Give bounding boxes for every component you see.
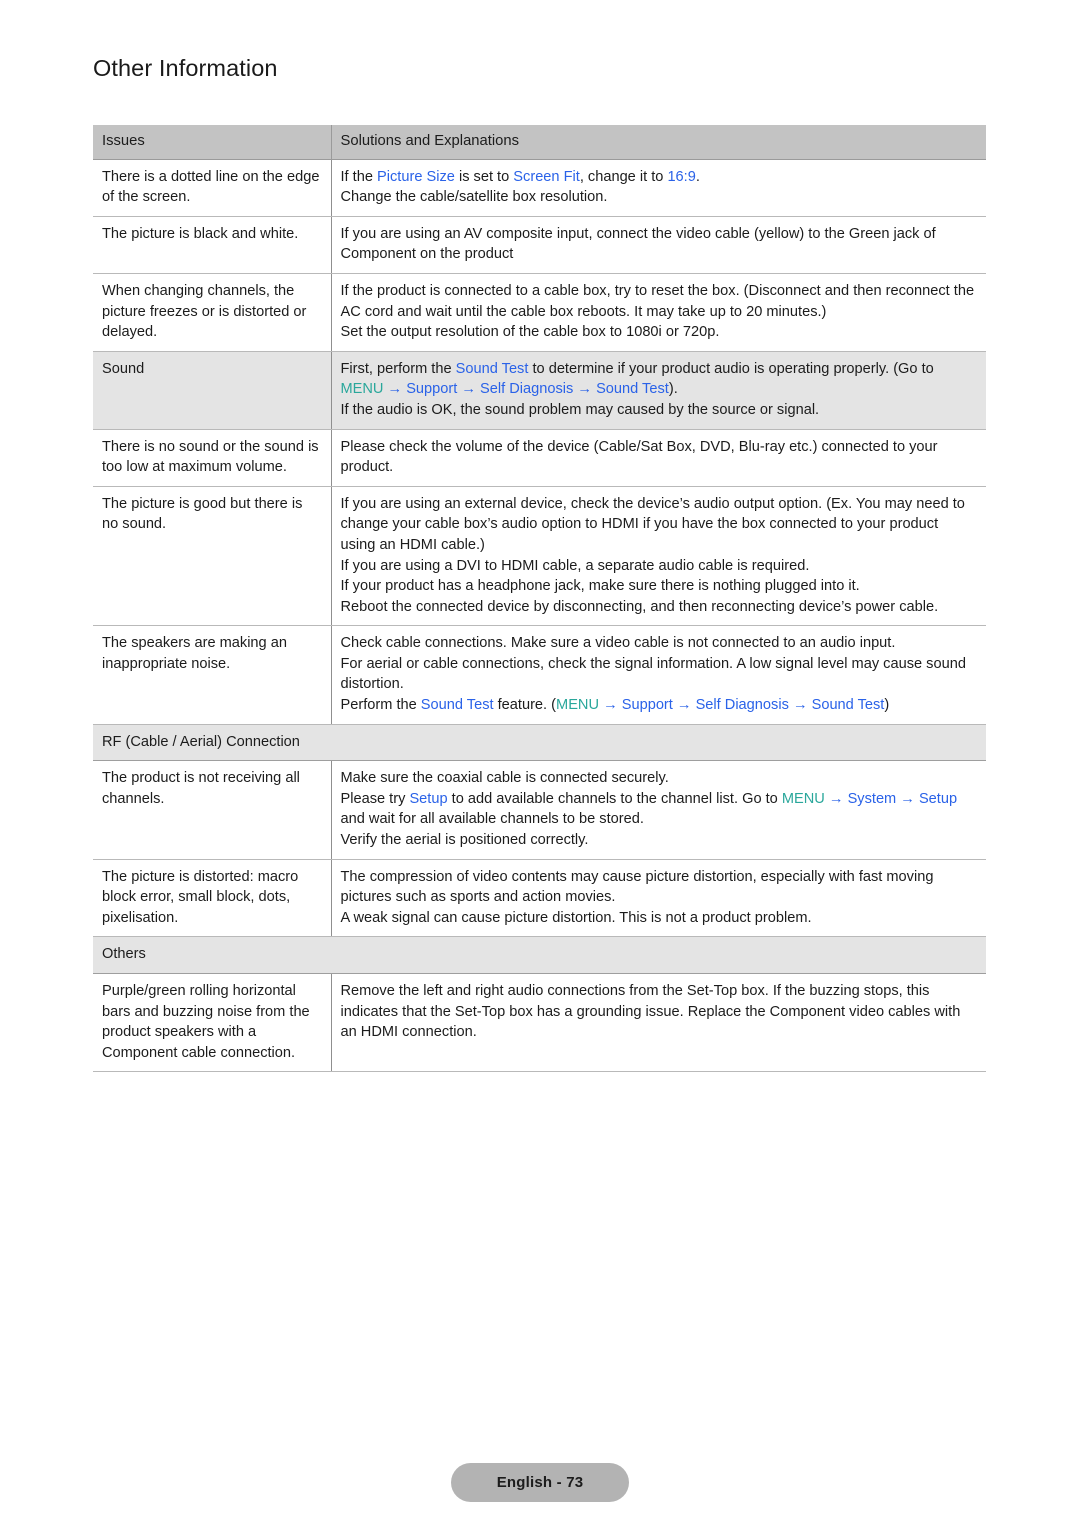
- solution-paragraph: Please try Setup to add available channe…: [340, 790, 958, 828]
- table-row: The speakers are making an inappropriate…: [93, 625, 986, 725]
- arrow-glyph: →: [900, 790, 915, 807]
- table-row: There is no sound or the sound is too lo…: [93, 429, 986, 487]
- solution-paragraph: Set the output resolution of the cable b…: [340, 324, 720, 341]
- table-header-row: Issues Solutions and Explanations: [93, 125, 986, 160]
- highlight-term: Support: [406, 381, 458, 398]
- highlight-term: Sound Test: [455, 360, 529, 377]
- solution-cell: Please check the volume of the device (C…: [331, 429, 986, 487]
- table-row: Purple/green rolling horizontal bars and…: [93, 973, 986, 1073]
- solution-cell: If you are using an external device, che…: [331, 486, 986, 627]
- issue-cell: When changing channels, the picture free…: [93, 273, 332, 352]
- issue-cell: The picture is distorted: macro block er…: [93, 859, 332, 938]
- highlight-term: Sound Test: [811, 697, 885, 714]
- issue-cell: There is a dotted line on the edge of th…: [93, 159, 332, 217]
- solution-paragraph: Please check the volume of the device (C…: [340, 438, 938, 476]
- column-header-issues: Issues: [93, 125, 332, 160]
- table-row: Sound First, perform the Sound Test to de…: [93, 351, 986, 430]
- issue-cell: There is no sound or the sound is too lo…: [93, 429, 332, 487]
- menu-term: MENU: [340, 381, 384, 398]
- solution-paragraph: Remove the left and right audio connecti…: [340, 983, 961, 1041]
- arrow-glyph: →: [603, 697, 618, 714]
- solution-paragraph: Verify the aerial is positioned correctl…: [340, 832, 589, 849]
- highlight-term: Support: [621, 697, 673, 714]
- page-title: Other Information: [93, 55, 278, 81]
- table-section-header-row: Others: [93, 936, 986, 974]
- arrow-glyph: →: [676, 697, 692, 714]
- arrow-glyph: →: [461, 381, 476, 398]
- highlight-term: Self Diagnosis: [480, 381, 574, 398]
- highlight-term: Self Diagnosis: [695, 697, 789, 714]
- section-header-label: Others: [93, 936, 986, 974]
- solution-paragraph: A weak signal can cause picture distorti…: [340, 909, 812, 926]
- solution-paragraph: If the product is connected to a cable b…: [340, 282, 975, 320]
- arrow-glyph: →: [792, 697, 808, 714]
- column-header-solutions: Solutions and Explanations: [331, 125, 986, 160]
- solution-paragraph: The compression of video contents may ca…: [340, 868, 934, 906]
- solution-paragraph: First, perform the Sound Test to determi…: [340, 360, 934, 398]
- solution-paragraph: If your product has a headphone jack, ma…: [340, 578, 860, 595]
- table-row: The product is not receiving all channel…: [93, 760, 986, 860]
- menu-term: MENU: [556, 697, 600, 714]
- page-footer-badge: English - 73: [451, 1463, 629, 1502]
- highlight-term: Sound Test: [596, 381, 669, 398]
- arrow-glyph: →: [828, 790, 844, 807]
- arrow-glyph: →: [577, 381, 592, 398]
- troubleshooting-table: Issues Solutions and Explanations There …: [93, 125, 986, 1073]
- solution-paragraph: If the audio is OK, the sound problem ma…: [340, 401, 820, 418]
- solution-paragraph: If you are using a DVI to HDMI cable, a …: [340, 557, 810, 574]
- issue-cell: The speakers are making an inappropriate…: [93, 625, 332, 725]
- solution-cell: Check cable connections. Make sure a vid…: [331, 625, 986, 725]
- table-body: There is a dotted line on the edge of th…: [93, 159, 986, 1073]
- highlight-term: System: [847, 790, 897, 807]
- solution-cell: The compression of video contents may ca…: [331, 859, 986, 938]
- solution-paragraph: Check cable connections. Make sure a vid…: [340, 635, 896, 652]
- table-row: The picture is distorted: macro block er…: [93, 859, 986, 938]
- menu-term: MENU: [781, 790, 825, 807]
- solution-cell: Make sure the coaxial cable is connected…: [331, 760, 986, 860]
- solution-paragraph: Reboot the connected device by disconnec…: [340, 598, 939, 615]
- highlight-term: Sound Test: [420, 697, 494, 714]
- page-footer-label: English - 73: [496, 1474, 584, 1491]
- highlight-term: Setup: [918, 790, 958, 807]
- table-row: When changing channels, the picture free…: [93, 273, 986, 352]
- solution-paragraph: Change the cable/satellite box resolutio…: [340, 189, 608, 206]
- solution-paragraph: If you are using an AV composite input, …: [340, 225, 936, 263]
- solution-cell: First, perform the Sound Test to determi…: [331, 351, 986, 430]
- table-row: There is a dotted line on the edge of th…: [93, 159, 986, 217]
- solution-cell: If the Picture Size is set to Screen Fit…: [331, 159, 986, 217]
- table-row: The picture is black and white. If you ar…: [93, 216, 986, 274]
- solution-paragraph: Perform the Sound Test feature. (MENU → …: [340, 697, 890, 714]
- issue-cell: The product is not receiving all channel…: [93, 760, 332, 860]
- solution-cell: Remove the left and right audio connecti…: [331, 973, 986, 1073]
- issue-cell: Purple/green rolling horizontal bars and…: [93, 973, 332, 1073]
- arrow-glyph: →: [387, 381, 403, 398]
- issue-cell: Sound: [93, 351, 332, 430]
- issue-cell: The picture is good but there is no soun…: [93, 486, 332, 627]
- highlight-term: Screen Fit: [513, 168, 580, 185]
- solution-paragraph: If you are using an external device, che…: [340, 495, 965, 553]
- solution-paragraph: For aerial or cable connections, check t…: [340, 655, 966, 693]
- solution-paragraph: Make sure the coaxial cable is connected…: [340, 770, 669, 787]
- highlight-term: 16:9: [667, 168, 696, 185]
- solution-cell: If you are using an AV composite input, …: [331, 216, 986, 274]
- document-page: Other Information Issues Solutions and E…: [0, 0, 1080, 1534]
- section-header-label: RF (Cable / Aerial) Connection: [93, 723, 986, 762]
- solution-cell: If the product is connected to a cable b…: [331, 273, 986, 352]
- solution-paragraph: If the Picture Size is set to Screen Fit…: [340, 168, 700, 185]
- table-section-header-row: RF (Cable / Aerial) Connection: [93, 723, 986, 762]
- highlight-term: Setup: [409, 790, 448, 807]
- highlight-term: Picture Size: [377, 168, 455, 185]
- table-row: The picture is good but there is no soun…: [93, 486, 986, 627]
- issue-cell: The picture is black and white.: [93, 216, 332, 274]
